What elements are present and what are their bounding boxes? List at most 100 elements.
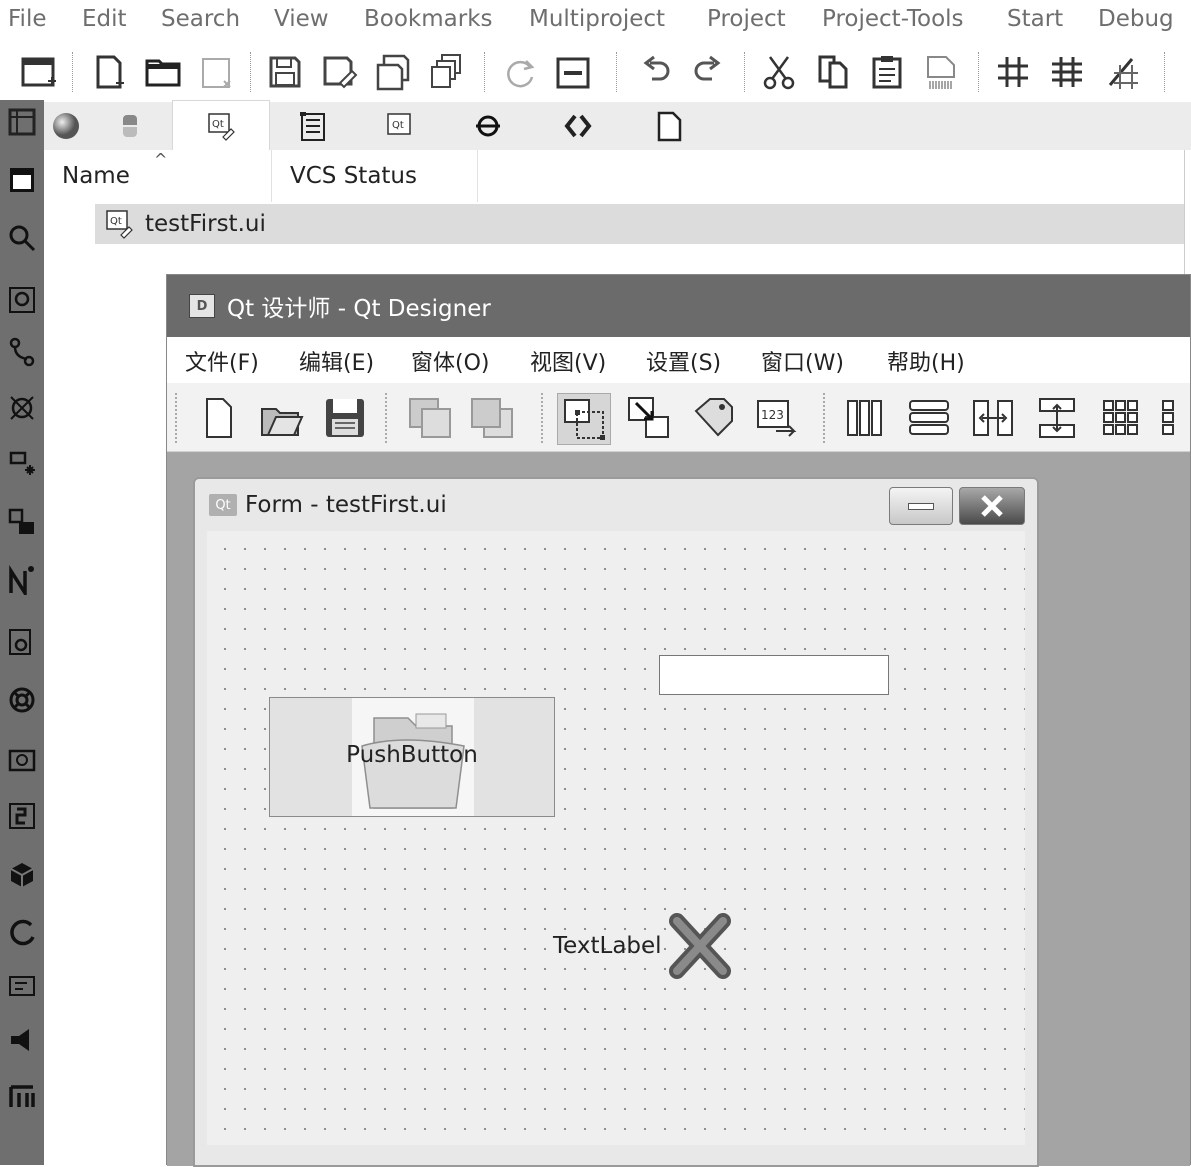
- menu-bookmarks[interactable]: Bookmarks: [364, 6, 493, 32]
- menu-file[interactable]: File: [8, 6, 47, 32]
- vcs-icon[interactable]: [4, 334, 40, 370]
- save-copy-icon[interactable]: [372, 50, 414, 94]
- nodes-icon[interactable]: [4, 562, 40, 598]
- template-icon[interactable]: [4, 504, 40, 540]
- clear-icon[interactable]: [920, 50, 962, 94]
- edit-widgets-icon[interactable]: [557, 393, 611, 445]
- tab-forms[interactable]: Qt: [172, 100, 270, 151]
- sort-indicator-icon: ^: [154, 150, 168, 169]
- svg-text:Qt: Qt: [110, 216, 122, 227]
- menu-start[interactable]: Start: [1007, 6, 1063, 32]
- menu-search[interactable]: Search: [161, 6, 240, 32]
- edit-buddies-icon[interactable]: [687, 393, 739, 443]
- cube-icon[interactable]: [4, 856, 40, 892]
- layout-vertical-icon[interactable]: [903, 393, 955, 443]
- designer-menu-file[interactable]: 文件(F): [185, 345, 259, 377]
- python-shell-icon[interactable]: [4, 798, 40, 834]
- camera-icon[interactable]: [4, 740, 40, 776]
- open-icon[interactable]: [142, 50, 184, 94]
- save-all-icon[interactable]: [426, 50, 468, 94]
- unindent-icon[interactable]: [1046, 50, 1088, 94]
- designer-menu-form[interactable]: 窗体(O): [411, 345, 489, 377]
- layout-grid-icon[interactable]: [1095, 393, 1147, 443]
- copy-icon[interactable]: [812, 50, 854, 94]
- undo-icon[interactable]: [634, 50, 676, 94]
- save-form-icon[interactable]: [319, 393, 371, 443]
- close-button[interactable]: [959, 487, 1025, 525]
- push-button[interactable]: PushButton: [269, 697, 555, 817]
- qt-form-file-icon: Qt: [105, 209, 135, 239]
- designer-menu-help[interactable]: 帮助(H): [887, 345, 965, 377]
- designer-menu-edit[interactable]: 编辑(E): [299, 345, 374, 377]
- menu-view[interactable]: View: [274, 6, 329, 32]
- window-icon[interactable]: [4, 162, 40, 198]
- refresh-icon[interactable]: [4, 914, 40, 950]
- paste-icon[interactable]: [866, 50, 908, 94]
- file-row-testfirst[interactable]: Qt testFirst.ui: [95, 204, 1184, 244]
- line-edit[interactable]: [659, 655, 889, 695]
- column-header-vcs-status[interactable]: VCS Status: [272, 150, 478, 202]
- cut-icon[interactable]: [758, 50, 800, 94]
- column-header-label: VCS Status: [290, 163, 417, 189]
- menu-project[interactable]: Project: [707, 6, 786, 32]
- layout-form-icon[interactable]: [1157, 393, 1187, 443]
- tab-others[interactable]: [624, 102, 714, 150]
- new-window-icon[interactable]: [18, 50, 60, 94]
- layout-splitter-vertical-icon[interactable]: [1031, 393, 1083, 443]
- text-label: TextLabel: [553, 911, 743, 991]
- menu-project-tools[interactable]: Project-Tools: [822, 6, 964, 32]
- tab-interfaces[interactable]: [444, 102, 532, 150]
- qt-logo-icon: Qt: [209, 494, 237, 516]
- send-to-back-icon[interactable]: [467, 393, 519, 443]
- print-icon[interactable]: [552, 50, 594, 94]
- tab-python-sources[interactable]: [90, 102, 170, 150]
- close-icon[interactable]: [196, 50, 238, 94]
- menubar: File Edit Search View Bookmarks Multipro…: [0, 0, 1191, 42]
- designer-mdi-area: Qt Form - testFirst.ui PushButton TextLa…: [167, 453, 1190, 1167]
- menu-debug[interactable]: Debug: [1098, 6, 1174, 32]
- reload-icon[interactable]: [498, 50, 540, 94]
- open-form-icon[interactable]: [255, 393, 307, 443]
- edit-signals-slots-icon[interactable]: [623, 393, 675, 443]
- redo-icon[interactable]: [688, 50, 730, 94]
- form-canvas[interactable]: PushButton TextLabel: [207, 531, 1025, 1145]
- layout-splitter-horizontal-icon[interactable]: [967, 393, 1019, 443]
- status-orb-icon: [44, 102, 88, 150]
- find-file-icon[interactable]: [4, 282, 40, 318]
- column-header-name[interactable]: Name ^: [44, 150, 272, 202]
- tab-resources[interactable]: [270, 102, 354, 150]
- menu-multiproject[interactable]: Multiproject: [529, 6, 665, 32]
- find-window-icon[interactable]: [4, 624, 40, 660]
- svg-text:Qt: Qt: [212, 119, 224, 130]
- save-icon[interactable]: [264, 50, 306, 94]
- save-as-icon[interactable]: [318, 50, 360, 94]
- indent-icon[interactable]: [992, 50, 1034, 94]
- column-header-label: Name: [62, 163, 130, 189]
- bring-to-front-icon[interactable]: [405, 393, 457, 443]
- edit-tab-order-icon[interactable]: 123: [751, 393, 803, 443]
- tab-protocols[interactable]: [534, 102, 622, 150]
- minimize-button[interactable]: [889, 487, 953, 525]
- form-titlebar[interactable]: Qt Form - testFirst.ui: [195, 479, 1037, 531]
- designer-toolbar: 123: [167, 383, 1190, 452]
- speaker-icon[interactable]: [4, 1022, 40, 1058]
- main-toolbar: [0, 44, 1191, 100]
- new-form-icon[interactable]: [193, 393, 245, 443]
- terminal-icon[interactable]: [4, 968, 40, 1004]
- designer-menu-settings[interactable]: 设置(S): [646, 345, 721, 377]
- file-name-label: testFirst.ui: [145, 211, 266, 237]
- designer-menu-window[interactable]: 窗口(W): [761, 345, 844, 377]
- debug-viewer-icon[interactable]: [4, 390, 40, 426]
- new-item-icon[interactable]: [4, 446, 40, 482]
- designer-titlebar[interactable]: D Qt 设计师 - Qt Designer: [167, 275, 1190, 337]
- search-icon[interactable]: [4, 220, 40, 256]
- project-viewer-icon[interactable]: [4, 104, 40, 140]
- layout-horizontal-icon[interactable]: [839, 393, 891, 443]
- stats-icon[interactable]: [4, 1076, 40, 1112]
- menu-edit[interactable]: Edit: [82, 6, 127, 32]
- designer-menu-view[interactable]: 视图(V): [530, 345, 606, 377]
- comment-icon[interactable]: [1100, 50, 1142, 94]
- tab-translations[interactable]: Qt: [356, 102, 444, 150]
- help-buoy-icon[interactable]: [4, 682, 40, 718]
- new-file-icon[interactable]: [88, 50, 130, 94]
